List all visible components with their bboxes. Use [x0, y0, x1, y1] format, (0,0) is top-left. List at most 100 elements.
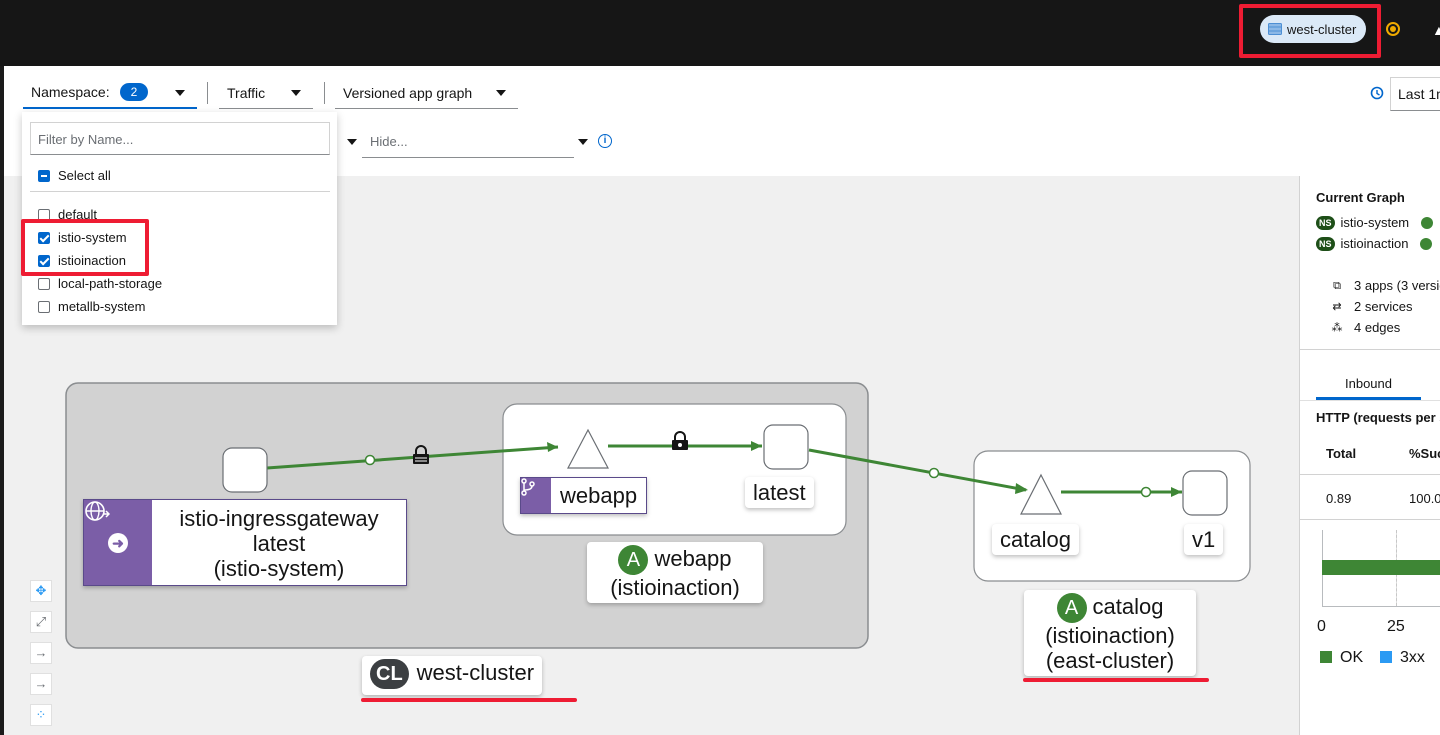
applications-icon: ⧉: [1333, 279, 1341, 292]
ns-tag: NS: [1316, 215, 1335, 230]
panel-divider: [1300, 400, 1440, 401]
ingress-gateway-card[interactable]: ➜ istio-ingressgateway latest (istio-sys…: [83, 499, 407, 586]
toolbar-divider: [207, 82, 208, 104]
traffic-dropdown[interactable]: Traffic: [219, 77, 313, 109]
ingress-node: [222, 447, 268, 493]
services-icon: ⇄: [1332, 300, 1342, 313]
namespace-item-istio-system[interactable]: istio-system: [38, 230, 127, 245]
cluster-pill-label: west-cluster: [1287, 21, 1357, 37]
info-icon[interactable]: i: [598, 134, 612, 148]
webapp-app-box-label[interactable]: Awebapp (istioinaction): [587, 542, 763, 603]
namespace-filter-input[interactable]: Filter by Name...: [30, 122, 330, 155]
checkbox-icon[interactable]: [38, 208, 50, 221]
table-divider: [1300, 519, 1440, 520]
namespace-count-badge: 2: [119, 83, 149, 101]
total-value: 0.89: [1326, 491, 1352, 506]
cluster-badge: CL: [370, 659, 409, 689]
legend-3xx-swatch: [1380, 651, 1392, 663]
table-divider: [1300, 474, 1440, 475]
cluster-box-label[interactable]: CL west-cluster: [362, 656, 543, 695]
summary-namespace: NS istioinaction: [1316, 236, 1433, 251]
layout-arrow-icon[interactable]: →: [30, 642, 52, 664]
git-branch-icon: [521, 478, 551, 513]
catalog-box-label-ns: (istioinaction): [1045, 623, 1175, 648]
catalog-service-label[interactable]: catalog: [992, 524, 1079, 555]
legend-ok: OK: [1320, 649, 1363, 667]
chevron-down-icon: [175, 90, 185, 96]
graph-type-dropdown[interactable]: Versioned app graph: [335, 77, 518, 109]
select-all-checkbox[interactable]: Select all: [38, 168, 111, 183]
legend-3xx: 3xx: [1380, 649, 1425, 667]
chevron-down-icon[interactable]: [347, 139, 357, 145]
app-badge: A: [618, 545, 649, 575]
status-indicator-icon[interactable]: [1386, 22, 1400, 36]
namespace-item-istioinaction[interactable]: istioinaction: [38, 253, 126, 268]
edges-icon: ⁂: [1331, 321, 1343, 334]
namespace-item-local-path-storage[interactable]: local-path-storage: [38, 276, 162, 291]
webapp-service-label[interactable]: webapp: [520, 477, 648, 514]
http-title: HTTP (requests per second): [1316, 410, 1440, 425]
checkbox-partial-icon[interactable]: [38, 169, 50, 182]
ingress-label-text: istio-ingressgateway latest (istio-syste…: [179, 506, 379, 581]
time-range-dropdown[interactable]: Last 1m: [1390, 77, 1440, 111]
pan-icon[interactable]: ✥: [30, 580, 52, 602]
tab-inbound[interactable]: Inbound: [1316, 366, 1421, 400]
panel-divider: [1300, 349, 1440, 350]
globe-icon: [85, 501, 110, 521]
edge-midpoint: [1140, 486, 1152, 498]
checkbox-icon[interactable]: [38, 277, 50, 290]
summary-namespace: NS istio-system: [1316, 215, 1434, 230]
catalog-box-label-cluster: (east-cluster): [1045, 648, 1175, 673]
chevron-down-icon: [496, 90, 506, 96]
fit-to-screen-icon[interactable]: ⤢: [30, 611, 52, 633]
layout-arrow-icon[interactable]: →: [30, 673, 52, 695]
axis-tick: 0: [1317, 618, 1326, 635]
summary-panel: Current Graph NS istio-system NS istioin…: [1299, 176, 1440, 735]
cluster-pill[interactable]: west-cluster: [1260, 15, 1367, 43]
summary-edges: ⁂ 4 edges: [1331, 320, 1401, 335]
col-total: Total: [1326, 446, 1357, 461]
namespace-item-metallb-system[interactable]: metallb-system: [38, 299, 145, 314]
catalog-v1-label[interactable]: v1: [1184, 524, 1224, 555]
hide-input[interactable]: Hide...: [362, 126, 574, 158]
check-circle-icon: [1420, 237, 1433, 250]
chart-baseline: [1322, 606, 1440, 607]
webapp-latest-label[interactable]: latest: [745, 477, 814, 508]
webapp-latest-node: [763, 424, 809, 470]
edge-midpoint: [928, 467, 940, 479]
checkbox-checked-icon[interactable]: [38, 254, 50, 267]
menu-divider: [30, 191, 330, 192]
cluster-box-label-text: west-cluster: [416, 659, 535, 685]
namespace-item-default[interactable]: default: [38, 207, 97, 222]
main-page: Namespace: 2 Traffic Versioned app graph…: [4, 66, 1440, 735]
app-badge: A: [1056, 593, 1087, 623]
user-icon[interactable]: ▲: [1432, 22, 1440, 38]
highlight-east-cluster-underline: [1023, 678, 1209, 682]
chevron-down-icon[interactable]: [578, 139, 588, 145]
current-graph-title: Current Graph: [1316, 190, 1405, 205]
check-circle-icon: [1421, 216, 1434, 229]
layout-graph-icon[interactable]: ⁘: [30, 704, 52, 726]
checkbox-icon[interactable]: [38, 300, 50, 313]
edge-midpoint: [364, 454, 376, 466]
ingress-arrow-icon: ➜: [108, 532, 128, 553]
ingress-icon-panel: ➜: [84, 500, 152, 585]
webapp-box-label-app: webapp: [654, 545, 732, 571]
catalog-app-box-label[interactable]: Acatalog (istioinaction) (east-cluster): [1024, 590, 1196, 676]
namespace-menu: Filter by Name... Select all default ist…: [22, 112, 337, 325]
summary-apps: ⧉ 3 apps (3 versions): [1330, 278, 1440, 293]
cluster-icon: [1268, 23, 1282, 35]
graph-type-dropdown-label: Versioned app graph: [343, 84, 473, 101]
axis-tick: 25: [1387, 618, 1405, 635]
col-success: %Success: [1409, 446, 1440, 461]
legend-ok-swatch: [1320, 651, 1332, 663]
history-icon[interactable]: [1370, 86, 1384, 100]
namespace-dropdown-label: Namespace:: [31, 84, 110, 100]
highlight-west-cluster-underline: [361, 698, 577, 702]
ok-bar[interactable]: [1322, 560, 1440, 575]
namespace-dropdown[interactable]: Namespace: 2: [23, 77, 197, 109]
success-value: 100.0: [1409, 491, 1440, 506]
toolbar-divider: [324, 82, 325, 104]
catalog-v1-node: [1182, 470, 1228, 516]
checkbox-checked-icon[interactable]: [38, 231, 50, 244]
